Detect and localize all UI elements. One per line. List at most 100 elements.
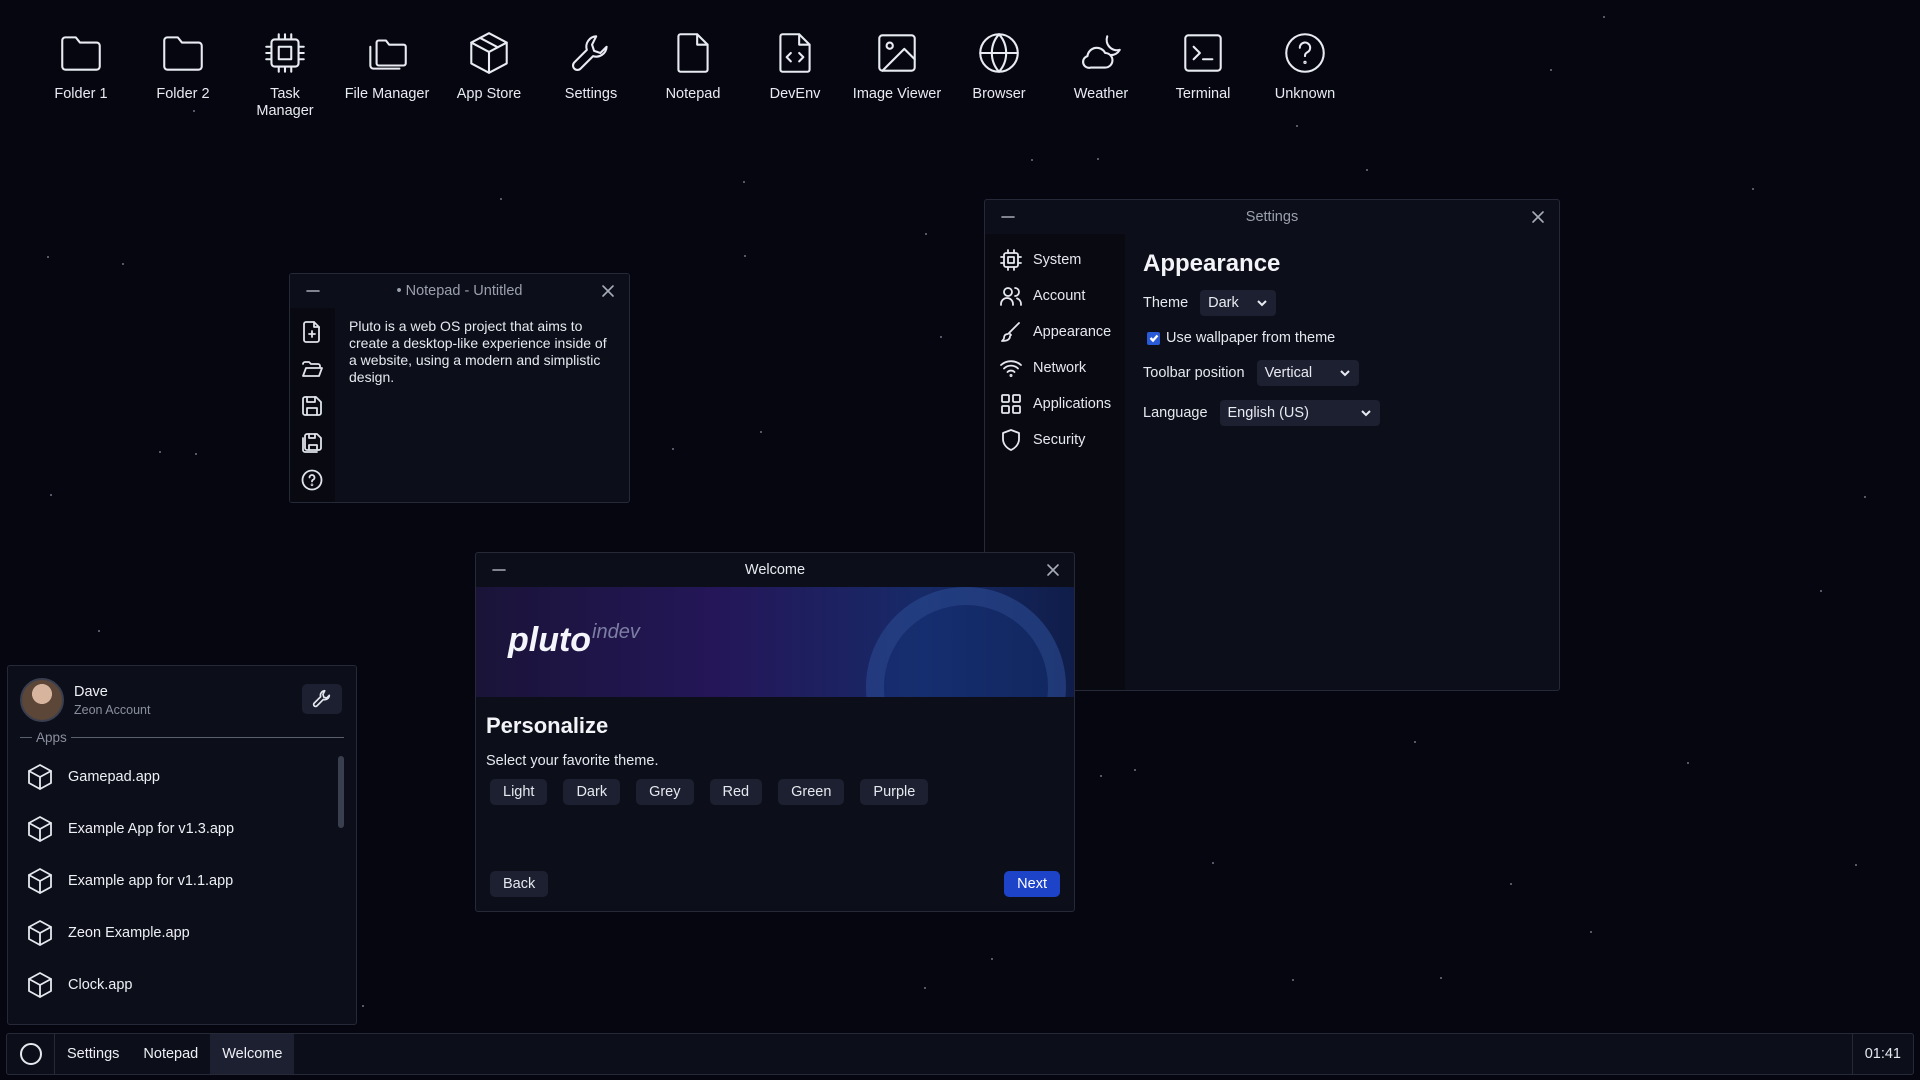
package-icon <box>28 816 52 842</box>
desktop-icon-app-store[interactable]: App Store <box>438 28 540 120</box>
desktop-icon-settings[interactable]: Settings <box>540 28 642 120</box>
back-button[interactable]: Back <box>490 871 549 897</box>
minimize-icon <box>1001 216 1015 218</box>
settings-titlebar[interactable]: Settings <box>985 200 1559 234</box>
nav-item-account[interactable]: Account <box>985 278 1125 314</box>
next-button[interactable]: Next <box>1004 871 1060 897</box>
user-name: Dave <box>74 683 108 700</box>
theme-option-grey[interactable]: Grey <box>636 779 694 805</box>
app-list-scrollbar[interactable] <box>338 756 344 828</box>
app-name: Example App for v1.3.app <box>68 821 235 837</box>
image-icon <box>878 34 916 72</box>
theme-select[interactable]: Dark <box>1200 290 1277 316</box>
desktop-icon-browser[interactable]: Browser <box>948 28 1050 120</box>
minimize-button[interactable] <box>304 282 322 300</box>
save-button[interactable] <box>300 394 326 420</box>
taskbar-item-settings[interactable]: Settings <box>55 1034 131 1074</box>
close-button[interactable] <box>1529 208 1547 226</box>
list-item[interactable]: Gamepad.app <box>20 751 356 803</box>
cloud-moon-icon <box>1082 35 1121 69</box>
settings-button[interactable] <box>302 684 342 714</box>
theme-option-red[interactable]: Red <box>709 779 763 805</box>
welcome-titlebar[interactable]: Welcome <box>476 553 1074 587</box>
taskbar-clock: 01:41 <box>1851 1034 1913 1074</box>
nav-item-appearance[interactable]: Appearance <box>985 314 1125 350</box>
close-icon <box>602 285 614 297</box>
package-icon <box>28 868 52 894</box>
start-menu: Dave Zeon Account Apps Gamepad.app Examp… <box>7 665 357 1025</box>
theme-options: Light Dark Grey Red Green Purple <box>486 779 1064 805</box>
notepad-text-area[interactable]: Pluto is a web OS project that aims to c… <box>335 308 629 502</box>
minimize-button[interactable] <box>490 561 508 579</box>
desktop-icon-folder-1[interactable]: Folder 1 <box>30 28 132 120</box>
save-as-icon <box>301 433 322 453</box>
pluto-logo: pluto <box>508 621 592 659</box>
close-button[interactable] <box>1044 561 1062 579</box>
avatar[interactable] <box>20 678 64 722</box>
desktop-icon-label: Image Viewer <box>852 86 942 102</box>
desktop-icon-task-manager[interactable]: Task Manager <box>234 28 336 120</box>
theme-label: Theme <box>1143 295 1189 311</box>
users-icon <box>1000 287 1022 306</box>
desktop-icon-terminal[interactable]: Terminal <box>1152 28 1254 120</box>
chevron-down-icon <box>1257 300 1267 307</box>
desktop-icon-label: Weather <box>1073 86 1129 102</box>
circle-icon <box>19 1043 42 1065</box>
help-icon <box>301 469 322 491</box>
desktop-icon-notepad[interactable]: Notepad <box>642 28 744 120</box>
desktop-icon-label: Unknown <box>1274 86 1336 102</box>
save-icon <box>301 396 322 416</box>
help-button[interactable] <box>300 468 326 494</box>
nav-item-applications[interactable]: Applications <box>985 386 1125 422</box>
window-title: Welcome <box>744 562 806 578</box>
desktop-icon-label: File Manager <box>344 86 430 102</box>
toolbar-position-select[interactable]: Vertical <box>1256 360 1359 386</box>
desktop-icon-label: Task Manager <box>256 86 314 119</box>
start-button[interactable] <box>7 1034 55 1074</box>
desktop-icon-label: Terminal <box>1175 86 1231 102</box>
theme-option-light[interactable]: Light <box>490 779 548 805</box>
save-as-button[interactable] <box>300 431 326 457</box>
nav-item-system[interactable]: System <box>985 242 1125 278</box>
list-item[interactable]: Example app for v1.1.app <box>20 855 356 907</box>
toolbar-position-value: Vertical <box>1264 365 1313 381</box>
desktop-icon-weather[interactable]: Weather <box>1050 28 1152 120</box>
toolbar-position-label: Toolbar position <box>1143 365 1245 381</box>
desktop-icon-label: DevEnv <box>769 86 821 102</box>
close-button[interactable] <box>599 282 617 300</box>
taskbar-item-welcome[interactable]: Welcome <box>210 1034 295 1074</box>
desktop-icon-devenv[interactable]: DevEnv <box>744 28 846 120</box>
app-name: Clock.app <box>68 977 133 993</box>
desktop-icon-folder-2[interactable]: Folder 2 <box>132 28 234 120</box>
open-file-button[interactable] <box>300 357 326 383</box>
wrench-icon <box>572 35 608 71</box>
theme-option-green[interactable]: Green <box>778 779 845 805</box>
desktop-icon-image-viewer[interactable]: Image Viewer <box>846 28 948 120</box>
list-item[interactable]: Example App for v1.3.app <box>20 803 356 855</box>
cpu-icon <box>265 33 305 73</box>
list-item[interactable]: Zeon Example.app <box>20 907 356 959</box>
notepad-titlebar[interactable]: • Notepad - Untitled <box>290 274 629 308</box>
nav-item-label: Applications <box>1033 396 1112 412</box>
nav-item-security[interactable]: Security <box>985 422 1125 458</box>
nav-item-label: Security <box>1033 432 1086 448</box>
theme-option-dark[interactable]: Dark <box>563 779 621 805</box>
wrench-icon <box>312 689 331 708</box>
taskbar-item-notepad[interactable]: Notepad <box>131 1034 210 1074</box>
theme-option-purple[interactable]: Purple <box>860 779 929 805</box>
package-icon <box>470 32 508 74</box>
taskbar: Settings Notepad Welcome 01:41 <box>6 1033 1914 1075</box>
minimize-button[interactable] <box>999 208 1017 226</box>
language-select[interactable]: English (US) <box>1219 400 1380 426</box>
desktop-icon-unknown[interactable]: Unknown <box>1254 28 1356 120</box>
file-icon <box>677 33 709 73</box>
new-file-button[interactable] <box>300 320 326 346</box>
wallpaper-checkbox[interactable] <box>1147 331 1160 345</box>
nav-item-network[interactable]: Network <box>985 350 1125 386</box>
apps-label: Apps <box>36 730 67 745</box>
list-item[interactable]: Clock.app <box>20 959 356 1011</box>
open-folder-icon <box>301 361 323 377</box>
desktop-icon-label: Folder 1 <box>54 86 108 102</box>
desktop-icon-file-manager[interactable]: File Manager <box>336 28 438 120</box>
folder-icon <box>163 36 203 71</box>
